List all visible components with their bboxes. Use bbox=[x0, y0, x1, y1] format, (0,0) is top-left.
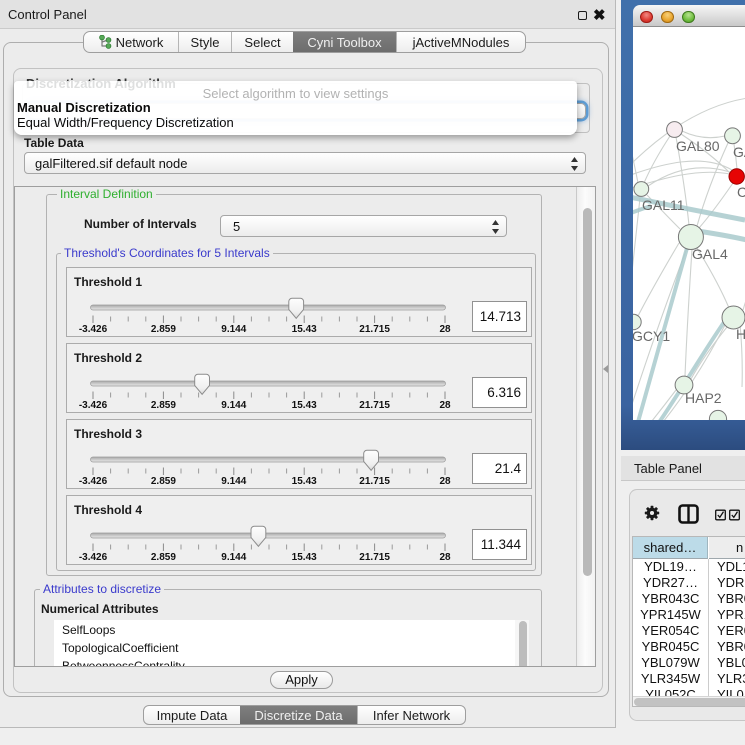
svg-text:21.715: 21.715 bbox=[359, 476, 390, 487]
svg-text:GAL80: GAL80 bbox=[676, 138, 720, 154]
svg-text:2.859: 2.859 bbox=[151, 476, 176, 487]
svg-text:-3.426: -3.426 bbox=[79, 400, 108, 411]
svg-text:9.144: 9.144 bbox=[221, 324, 246, 335]
svg-text:21.715: 21.715 bbox=[359, 400, 390, 411]
svg-text:GCY1: GCY1 bbox=[633, 328, 670, 344]
svg-text:15.43: 15.43 bbox=[292, 324, 317, 335]
svg-text:28: 28 bbox=[439, 552, 451, 563]
svg-text:-3.426: -3.426 bbox=[79, 324, 108, 335]
svg-text:28: 28 bbox=[439, 400, 451, 411]
svg-text:15.43: 15.43 bbox=[292, 552, 317, 563]
svg-text:HAP2: HAP2 bbox=[685, 390, 722, 406]
svg-text:2.859: 2.859 bbox=[151, 324, 176, 335]
svg-text:2.859: 2.859 bbox=[151, 552, 176, 563]
svg-text:9.144: 9.144 bbox=[221, 552, 246, 563]
svg-text:15.43: 15.43 bbox=[292, 400, 317, 411]
svg-text:GAL1: GAL1 bbox=[733, 144, 745, 160]
svg-text:28: 28 bbox=[439, 476, 451, 487]
svg-text:HIS4: HIS4 bbox=[736, 326, 745, 342]
svg-text:CYC8: CYC8 bbox=[737, 184, 745, 200]
svg-text:-3.426: -3.426 bbox=[79, 476, 108, 487]
svg-text:21.715: 21.715 bbox=[359, 324, 390, 335]
svg-text:28: 28 bbox=[439, 324, 451, 335]
svg-text:9.144: 9.144 bbox=[221, 400, 246, 411]
svg-text:15.43: 15.43 bbox=[292, 476, 317, 487]
svg-text:GAL11: GAL11 bbox=[642, 197, 685, 213]
svg-text:GAL4: GAL4 bbox=[692, 246, 728, 262]
svg-text:21.715: 21.715 bbox=[359, 552, 390, 563]
svg-text:-3.426: -3.426 bbox=[79, 552, 108, 563]
svg-text:9.144: 9.144 bbox=[221, 476, 246, 487]
svg-text:2.859: 2.859 bbox=[151, 400, 176, 411]
